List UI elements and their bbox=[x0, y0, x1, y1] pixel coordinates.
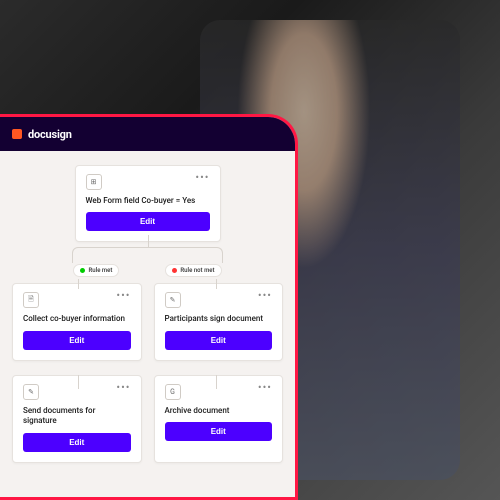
document-icon: 🗎 bbox=[23, 292, 39, 308]
workflow-node-root[interactable]: ⊞ ••• Web Form field Co-buyer = Yes Edit bbox=[75, 165, 221, 242]
edit-button[interactable]: Edit bbox=[23, 433, 131, 452]
node-header: ✎ ••• bbox=[165, 292, 273, 308]
app-header: docusign bbox=[0, 117, 295, 151]
condition-icon: ⊞ bbox=[86, 174, 102, 190]
connector-line bbox=[148, 235, 149, 247]
node-menu-icon[interactable]: ••• bbox=[258, 384, 272, 392]
connector-line bbox=[216, 375, 217, 389]
node-menu-icon[interactable]: ••• bbox=[116, 292, 130, 300]
node-menu-icon[interactable]: ••• bbox=[195, 174, 209, 182]
tablet-frame: docusign ⊞ ••• Web Form field Co-buyer =… bbox=[0, 114, 298, 500]
connector-line bbox=[72, 247, 223, 263]
branch-label: Rule met bbox=[88, 267, 112, 274]
node-header: ✎ ••• bbox=[23, 384, 131, 400]
brand-logo-icon bbox=[12, 129, 22, 139]
node-menu-icon[interactable]: ••• bbox=[258, 292, 272, 300]
branch-pill-not-met[interactable]: Rule not met bbox=[165, 264, 221, 277]
edit-button[interactable]: Edit bbox=[165, 331, 273, 350]
node-header: G ••• bbox=[165, 384, 273, 400]
node-title: Participants sign document bbox=[165, 314, 273, 324]
node-title: Web Form field Co-buyer = Yes bbox=[86, 196, 210, 206]
send-icon: ✎ bbox=[23, 384, 39, 400]
brand-name: docusign bbox=[28, 128, 72, 141]
workflow-canvas: ⊞ ••• Web Form field Co-buyer = Yes Edit… bbox=[0, 151, 295, 497]
edit-button[interactable]: Edit bbox=[23, 331, 131, 350]
branch-pill-met[interactable]: Rule met bbox=[73, 264, 119, 277]
node-menu-icon[interactable]: ••• bbox=[116, 384, 130, 392]
connector-line bbox=[78, 375, 79, 389]
sign-icon: ✎ bbox=[165, 292, 181, 308]
branch-label: Rule not met bbox=[180, 267, 214, 274]
node-title: Collect co-buyer information bbox=[23, 314, 131, 324]
node-title: Send documents for signature bbox=[23, 406, 131, 427]
workflow-node-archive[interactable]: G ••• Archive document Edit bbox=[154, 375, 284, 463]
status-dot-red-icon bbox=[172, 268, 177, 273]
node-header: 🗎 ••• bbox=[23, 292, 131, 308]
edit-button[interactable]: Edit bbox=[86, 212, 210, 231]
workflow-node-collect[interactable]: 🗎 ••• Collect co-buyer information Edit bbox=[12, 283, 142, 360]
archive-icon: G bbox=[165, 384, 181, 400]
workflow-node-send[interactable]: ✎ ••• Send documents for signature Edit bbox=[12, 375, 142, 463]
connector-line bbox=[216, 279, 217, 289]
status-dot-green-icon bbox=[80, 268, 85, 273]
connector-line bbox=[78, 279, 79, 289]
node-title: Archive document bbox=[165, 406, 273, 416]
edit-button[interactable]: Edit bbox=[165, 422, 273, 441]
workflow-node-sign[interactable]: ✎ ••• Participants sign document Edit bbox=[154, 283, 284, 360]
branch-labels: Rule met Rule not met bbox=[12, 264, 283, 277]
node-header: ⊞ ••• bbox=[86, 174, 210, 190]
